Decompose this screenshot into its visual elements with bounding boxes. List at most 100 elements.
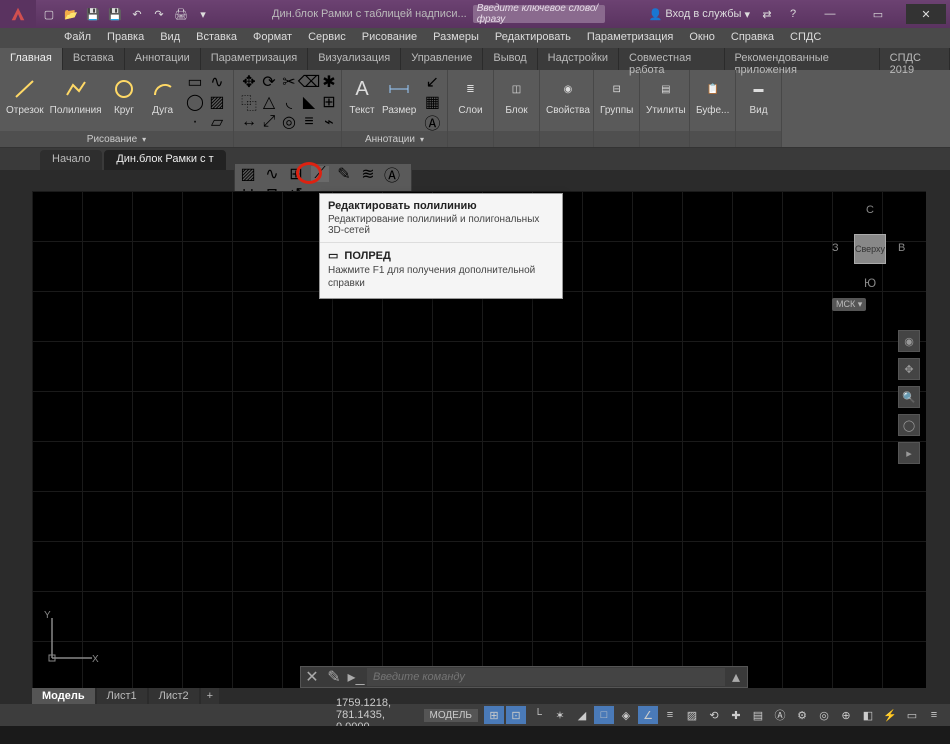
menu-help[interactable]: Справка [723, 28, 782, 48]
isodraft-icon[interactable]: ◢ [572, 706, 592, 724]
menu-edit[interactable]: Правка [99, 28, 152, 48]
tab-model[interactable]: Модель [32, 688, 95, 704]
isolate-icon[interactable]: ◧ [858, 706, 878, 724]
edit-mline-icon[interactable]: ≋ [359, 166, 377, 182]
nav-pan-icon[interactable]: ✥ [898, 358, 920, 380]
arc-button[interactable]: Дуга [146, 73, 179, 116]
stretch-icon[interactable]: ↔ [240, 113, 258, 131]
polyline-button[interactable]: Полилиния [50, 73, 102, 116]
layers-button[interactable]: ≣Слои [454, 73, 487, 116]
viewcube-csys[interactable]: МСК ▾ [832, 298, 866, 311]
close-button[interactable]: ✕ [906, 4, 946, 24]
viewcube-west[interactable]: З [832, 242, 839, 254]
tab-output[interactable]: Вывод [483, 48, 537, 70]
menu-parametric[interactable]: Параметризация [579, 28, 681, 48]
tab-layout-2[interactable]: Лист2 [149, 688, 199, 704]
exchange-icon[interactable]: ⇄ [758, 5, 776, 23]
copy-icon[interactable]: ⿻ [240, 93, 258, 111]
scale-icon[interactable]: ⤢ [260, 113, 278, 131]
table-icon[interactable]: ▦ [422, 93, 442, 111]
units-icon[interactable]: ⊕ [836, 706, 856, 724]
tab-home[interactable]: Главная [0, 48, 63, 70]
help-search[interactable]: Введите ключевое слово/фразу [473, 5, 605, 23]
otrack-icon[interactable]: ∠ [638, 706, 658, 724]
menu-format[interactable]: Формат [245, 28, 300, 48]
fillet-icon[interactable]: ◟ [280, 93, 298, 111]
menu-modify[interactable]: Редактировать [487, 28, 579, 48]
snap-toggle-icon[interactable]: ⊡ [506, 706, 526, 724]
tab-collaborate[interactable]: Совместная работа [619, 48, 725, 70]
menu-file[interactable]: Файл [56, 28, 99, 48]
menu-spds[interactable]: СПДС [782, 28, 829, 48]
redo-icon[interactable]: ↷ [150, 5, 168, 23]
tab-start[interactable]: Начало [40, 150, 102, 170]
sign-in-button[interactable]: 👤 Вход в службы ▾ [649, 8, 750, 21]
nav-zoom-icon[interactable]: 🔍 [898, 386, 920, 408]
block-button[interactable]: ◫Блок [500, 73, 533, 116]
edit-spline-icon[interactable]: ∿ [263, 166, 281, 182]
tab-spds[interactable]: СПДС 2019 [880, 48, 950, 70]
region-icon[interactable]: ▱ [207, 113, 227, 131]
annotation-monitor-icon[interactable]: ◎ [814, 706, 834, 724]
workspace-icon[interactable]: ⚙ [792, 706, 812, 724]
menu-dimension[interactable]: Размеры [425, 28, 487, 48]
model-space-button[interactable]: МОДЕЛЬ [424, 709, 478, 722]
command-line[interactable]: ✕ ✎ ▸_ ▴ [300, 666, 748, 688]
cmd-customize-icon[interactable]: ✎ [323, 667, 345, 687]
tab-featured[interactable]: Рекомендованные приложения [725, 48, 880, 70]
open-icon[interactable]: 📂 [62, 5, 80, 23]
tab-manage[interactable]: Управление [401, 48, 483, 70]
minimize-button[interactable]: ― [810, 4, 850, 24]
customize-status-icon[interactable]: ≡ [924, 706, 944, 724]
command-input[interactable] [367, 668, 725, 686]
array-icon[interactable]: ⊞ [320, 93, 338, 111]
edit-hatch-icon[interactable]: ▨ [239, 166, 257, 182]
spline-icon[interactable]: ∿ [207, 73, 227, 91]
dimension-button[interactable]: Размер [382, 73, 416, 116]
undo-icon[interactable]: ↶ [128, 5, 146, 23]
rect-icon[interactable]: ▭ [185, 73, 205, 91]
ellipse-icon[interactable]: ◯ [185, 93, 205, 111]
3dosnap-icon[interactable]: ◈ [616, 706, 636, 724]
osnap-toggle-icon[interactable]: □ [594, 706, 614, 724]
transparency-icon[interactable]: ▨ [682, 706, 702, 724]
erase-icon[interactable]: ⌫ [300, 73, 318, 91]
menu-view[interactable]: Вид [152, 28, 188, 48]
dropdown-icon[interactable]: ▾ [194, 5, 212, 23]
offset-icon[interactable]: ◎ [280, 113, 298, 131]
annotation-scale-icon[interactable]: Ⓐ [770, 706, 790, 724]
cmd-close-icon[interactable]: ✕ [301, 667, 323, 687]
edit-attrib-icon[interactable]: ✎ [335, 166, 353, 182]
help-icon[interactable]: ? [784, 5, 802, 23]
nav-wheel-icon[interactable]: ◉ [898, 330, 920, 352]
tab-visualize[interactable]: Визуализация [308, 48, 401, 70]
hatch-icon[interactable]: ▨ [207, 93, 227, 111]
viewcube-top[interactable]: Сверху [854, 234, 886, 264]
explode-icon[interactable]: ✱ [320, 73, 338, 91]
properties-button[interactable]: ◉Свойства [546, 73, 590, 116]
point-icon[interactable]: · [185, 113, 205, 131]
menu-tools[interactable]: Сервис [300, 28, 354, 48]
ortho-toggle-icon[interactable]: └ [528, 706, 548, 724]
new-icon[interactable]: ▢ [40, 5, 58, 23]
mirror-icon[interactable]: △ [260, 93, 278, 111]
rotate-icon[interactable]: ⟳ [260, 73, 278, 91]
save-icon[interactable]: 💾 [84, 5, 102, 23]
lineweight-icon[interactable]: ≡ [660, 706, 680, 724]
panel-draw-title[interactable]: Рисование [0, 131, 233, 147]
utilities-button[interactable]: ▤Утилиты [646, 73, 686, 116]
viewcube-east[interactable]: В [898, 242, 905, 254]
tab-annotate[interactable]: Аннотации [125, 48, 201, 70]
tab-parametric[interactable]: Параметризация [201, 48, 308, 70]
polar-toggle-icon[interactable]: ✶ [550, 706, 570, 724]
print-icon[interactable]: 🖨 [172, 5, 190, 23]
menu-draw[interactable]: Рисование [354, 28, 425, 48]
move-icon[interactable]: ✥ [240, 73, 258, 91]
quick-props-icon[interactable]: ▤ [748, 706, 768, 724]
line-button[interactable]: Отрезок [6, 73, 44, 116]
leader-icon[interactable]: ↙ [422, 73, 442, 91]
viewcube-south[interactable]: Ю [864, 276, 876, 290]
dynamic-input-icon[interactable]: ✚ [726, 706, 746, 724]
tab-insert[interactable]: Вставка [63, 48, 125, 70]
chamfer-icon[interactable]: ◣ [300, 93, 318, 111]
